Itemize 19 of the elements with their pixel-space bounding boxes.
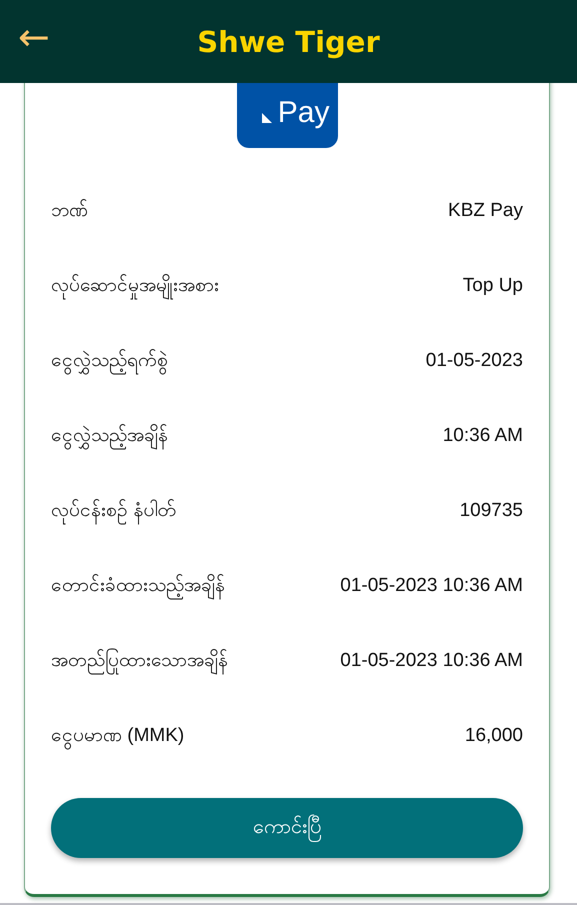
triangle-icon [262, 113, 272, 123]
detail-label: ငွေလွှဲသည့်အချိန် [51, 422, 168, 450]
detail-value: 16,000 [464, 724, 523, 746]
detail-label: လုပ်ဆောင်မှုအမျိုးအစား [51, 272, 219, 300]
detail-value: 01-05-2023 [426, 350, 523, 372]
ok-button[interactable]: ကောင်းပြီ [51, 798, 523, 858]
detail-label: ငွေပမာဏ (MMK) [51, 722, 184, 750]
detail-value: 10:36 AM [442, 424, 523, 446]
detail-label: တောင်းခံထားသည့်အချိန် [51, 572, 225, 600]
detail-value: 01-05-2023 10:36 AM [340, 650, 523, 672]
detail-label: ဘဏ် [51, 198, 88, 222]
detail-value: Top Up [462, 274, 523, 296]
detail-label: လုပ်ငန်းစဉ် နံပါတ် [51, 496, 176, 524]
detail-label: ငွေလွှဲသည့်ရက်စွဲ [51, 346, 168, 374]
back-button[interactable]: ← [18, 18, 50, 56]
detail-label: အတည်ပြုထားသောအချိန် [51, 646, 228, 674]
detail-value: KBZ Pay [448, 200, 523, 222]
detail-value: 01-05-2023 10:36 AM [340, 574, 523, 596]
detail-value: 109735 [460, 500, 523, 522]
